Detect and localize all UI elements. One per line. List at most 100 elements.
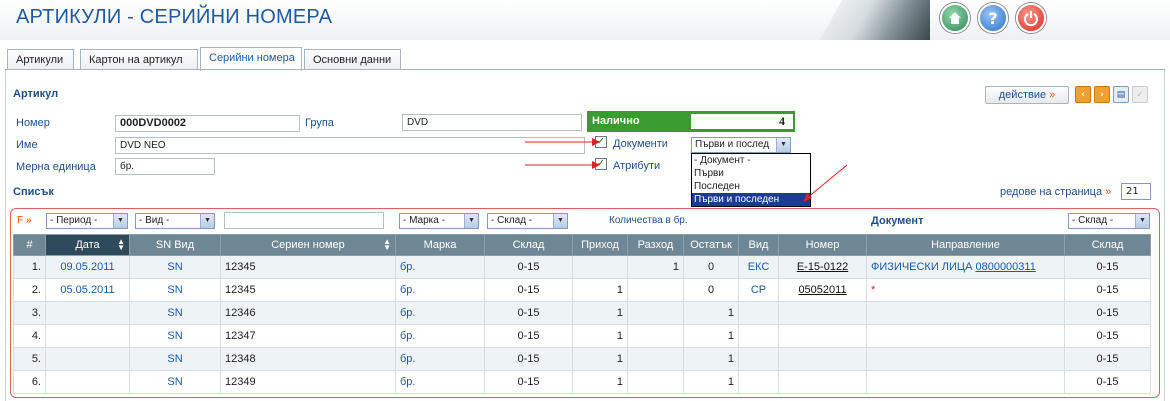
doc-kind-cell[interactable]: [738, 301, 779, 325]
brand-cell[interactable]: бр.: [395, 255, 485, 279]
table-row[interactable]: 3. SN 12346 бр. 0-15 1 1 0-15: [13, 301, 1151, 325]
col-header-serial[interactable]: Сериен номер ▲ ▼: [220, 234, 396, 256]
col-header-label: Дата: [75, 239, 100, 251]
table-row[interactable]: 1. 09.05.2011 SN 12345 бр. 0-15 1 0 ЕКС …: [13, 255, 1151, 279]
table-row[interactable]: 2. 05.05.2011 SN 12345 бр. 0-15 1 0 СР 0…: [13, 278, 1151, 302]
help-icon[interactable]: ?: [978, 3, 1008, 33]
date-cell[interactable]: 09.05.2011: [45, 255, 130, 279]
sn-kind-cell[interactable]: SN: [129, 255, 221, 279]
col-header[interactable]: Склад: [484, 234, 573, 256]
serial-cell: 12347: [220, 324, 396, 348]
col-header[interactable]: Направление: [866, 234, 1065, 256]
in-cell: [572, 255, 628, 279]
kind-filter-value: - Вид -: [139, 215, 170, 226]
row-number: 6.: [13, 370, 46, 394]
period-filter[interactable]: - Период - ▼: [46, 213, 128, 229]
doc-store-cell: 0-15: [1064, 324, 1151, 348]
dropdown-option[interactable]: Последен: [692, 180, 810, 193]
tab-serial-numbers[interactable]: Серийни номера: [200, 47, 302, 71]
col-header[interactable]: Номер: [778, 234, 867, 256]
group-field[interactable]: DVD: [402, 114, 582, 131]
date-cell[interactable]: [45, 324, 130, 348]
direction-code-link[interactable]: 0800000311: [975, 261, 1035, 273]
store-cell: 0-15: [484, 301, 573, 325]
table-row[interactable]: 6. SN 12349 бр. 0-15 1 1 0-15: [13, 370, 1151, 394]
brand-cell[interactable]: бр.: [395, 301, 485, 325]
col-header[interactable]: Остатък: [683, 234, 739, 256]
annotation-arrow-option: [803, 164, 848, 202]
row-number: 4.: [13, 324, 46, 348]
dropdown-option[interactable]: - Документ -: [692, 154, 810, 167]
brand-cell[interactable]: бр.: [395, 347, 485, 371]
doc-number-link[interactable]: 05052011: [798, 284, 846, 296]
store-filter[interactable]: - Склад - ▼: [487, 213, 568, 229]
sn-kind-cell[interactable]: SN: [129, 278, 221, 302]
rest-cell: 0: [683, 278, 739, 302]
col-header-date[interactable]: Дата ▲ ▼: [45, 234, 130, 256]
brand-cell[interactable]: бр.: [395, 370, 485, 394]
tab-article-card[interactable]: Картон на артикул: [80, 49, 198, 70]
date-cell[interactable]: [45, 347, 130, 371]
out-cell: 1: [627, 255, 684, 279]
sn-kind-cell[interactable]: SN: [129, 347, 221, 371]
filter-marker[interactable]: F »: [17, 215, 31, 226]
direction-cell: [866, 347, 1065, 371]
row-number: 3.: [13, 301, 46, 325]
rest-cell: 1: [683, 370, 739, 394]
documents-select[interactable]: Първи и послед ▼: [691, 137, 791, 153]
power-icon[interactable]: [1016, 3, 1046, 33]
doc-kind-cell[interactable]: ЕКС: [738, 255, 779, 279]
col-header[interactable]: Склад: [1064, 234, 1151, 256]
tab-basic-data[interactable]: Основни данни: [304, 49, 401, 70]
serial-cell: 12346: [220, 301, 396, 325]
date-cell[interactable]: [45, 301, 130, 325]
doc-kind-cell[interactable]: [738, 370, 779, 394]
number-field[interactable]: 000DVD0002: [115, 115, 300, 132]
col-header[interactable]: SN Вид: [129, 234, 221, 256]
print-icon[interactable]: ▤: [1113, 86, 1129, 103]
period-filter-value: - Период -: [50, 215, 98, 226]
date-cell[interactable]: 05.05.2011: [45, 278, 130, 302]
tab-articles[interactable]: Артикули: [7, 49, 74, 70]
table-row[interactable]: 4. SN 12347 бр. 0-15 1 1 0-15: [13, 324, 1151, 348]
unit-field[interactable]: бр.: [115, 158, 215, 175]
table-row[interactable]: 5. SN 12348 бр. 0-15 1 1 0-15: [13, 347, 1151, 371]
list-section-title: Списък: [13, 186, 54, 198]
sort-icon: ▲ ▼: [117, 237, 125, 252]
brand-cell[interactable]: бр.: [395, 324, 485, 348]
direction-cell: ФИЗИЧЕСКИ ЛИЦА 0800000311: [866, 255, 1065, 279]
in-cell: 1: [572, 324, 628, 348]
col-header[interactable]: Марка: [395, 234, 485, 256]
dropdown-option-selected[interactable]: Първи и последен: [692, 193, 810, 206]
out-cell: [627, 347, 684, 371]
action-button[interactable]: действие»: [985, 86, 1069, 104]
kind-filter[interactable]: - Вид - ▼: [135, 213, 215, 229]
available-value: 4: [691, 114, 793, 129]
col-header[interactable]: Вид: [738, 234, 779, 256]
col-header[interactable]: Приход: [572, 234, 628, 256]
serial-cell: 12349: [220, 370, 396, 394]
brand-filter[interactable]: - Марка - ▼: [399, 213, 479, 229]
sn-kind-cell[interactable]: SN: [129, 370, 221, 394]
serial-cell: 12345: [220, 255, 396, 279]
name-field[interactable]: DVD NEO: [115, 137, 585, 154]
col-header[interactable]: Разход: [627, 234, 684, 256]
document-header: Документ: [871, 215, 924, 227]
doc-store-filter[interactable]: - Склад - ▼: [1068, 213, 1150, 229]
documents-dropdown-list: - Документ - Първи Последен Първи и посл…: [691, 153, 811, 207]
next-icon[interactable]: ›: [1094, 86, 1110, 103]
prev-icon[interactable]: ‹: [1075, 86, 1091, 103]
rows-per-page-label[interactable]: редове на страница »: [1000, 186, 1111, 198]
serial-filter-input[interactable]: [224, 212, 384, 229]
doc-kind-cell[interactable]: СР: [738, 278, 779, 302]
date-cell[interactable]: [45, 370, 130, 394]
doc-kind-cell[interactable]: [738, 347, 779, 371]
sn-kind-cell[interactable]: SN: [129, 324, 221, 348]
sn-kind-cell[interactable]: SN: [129, 301, 221, 325]
doc-number-link[interactable]: Е-15-0122: [797, 261, 848, 273]
home-icon[interactable]: [940, 3, 970, 33]
brand-cell[interactable]: бр.: [395, 278, 485, 302]
dropdown-option[interactable]: Първи: [692, 167, 810, 180]
rows-per-page-input[interactable]: 21: [1121, 183, 1151, 200]
doc-kind-cell[interactable]: [738, 324, 779, 348]
